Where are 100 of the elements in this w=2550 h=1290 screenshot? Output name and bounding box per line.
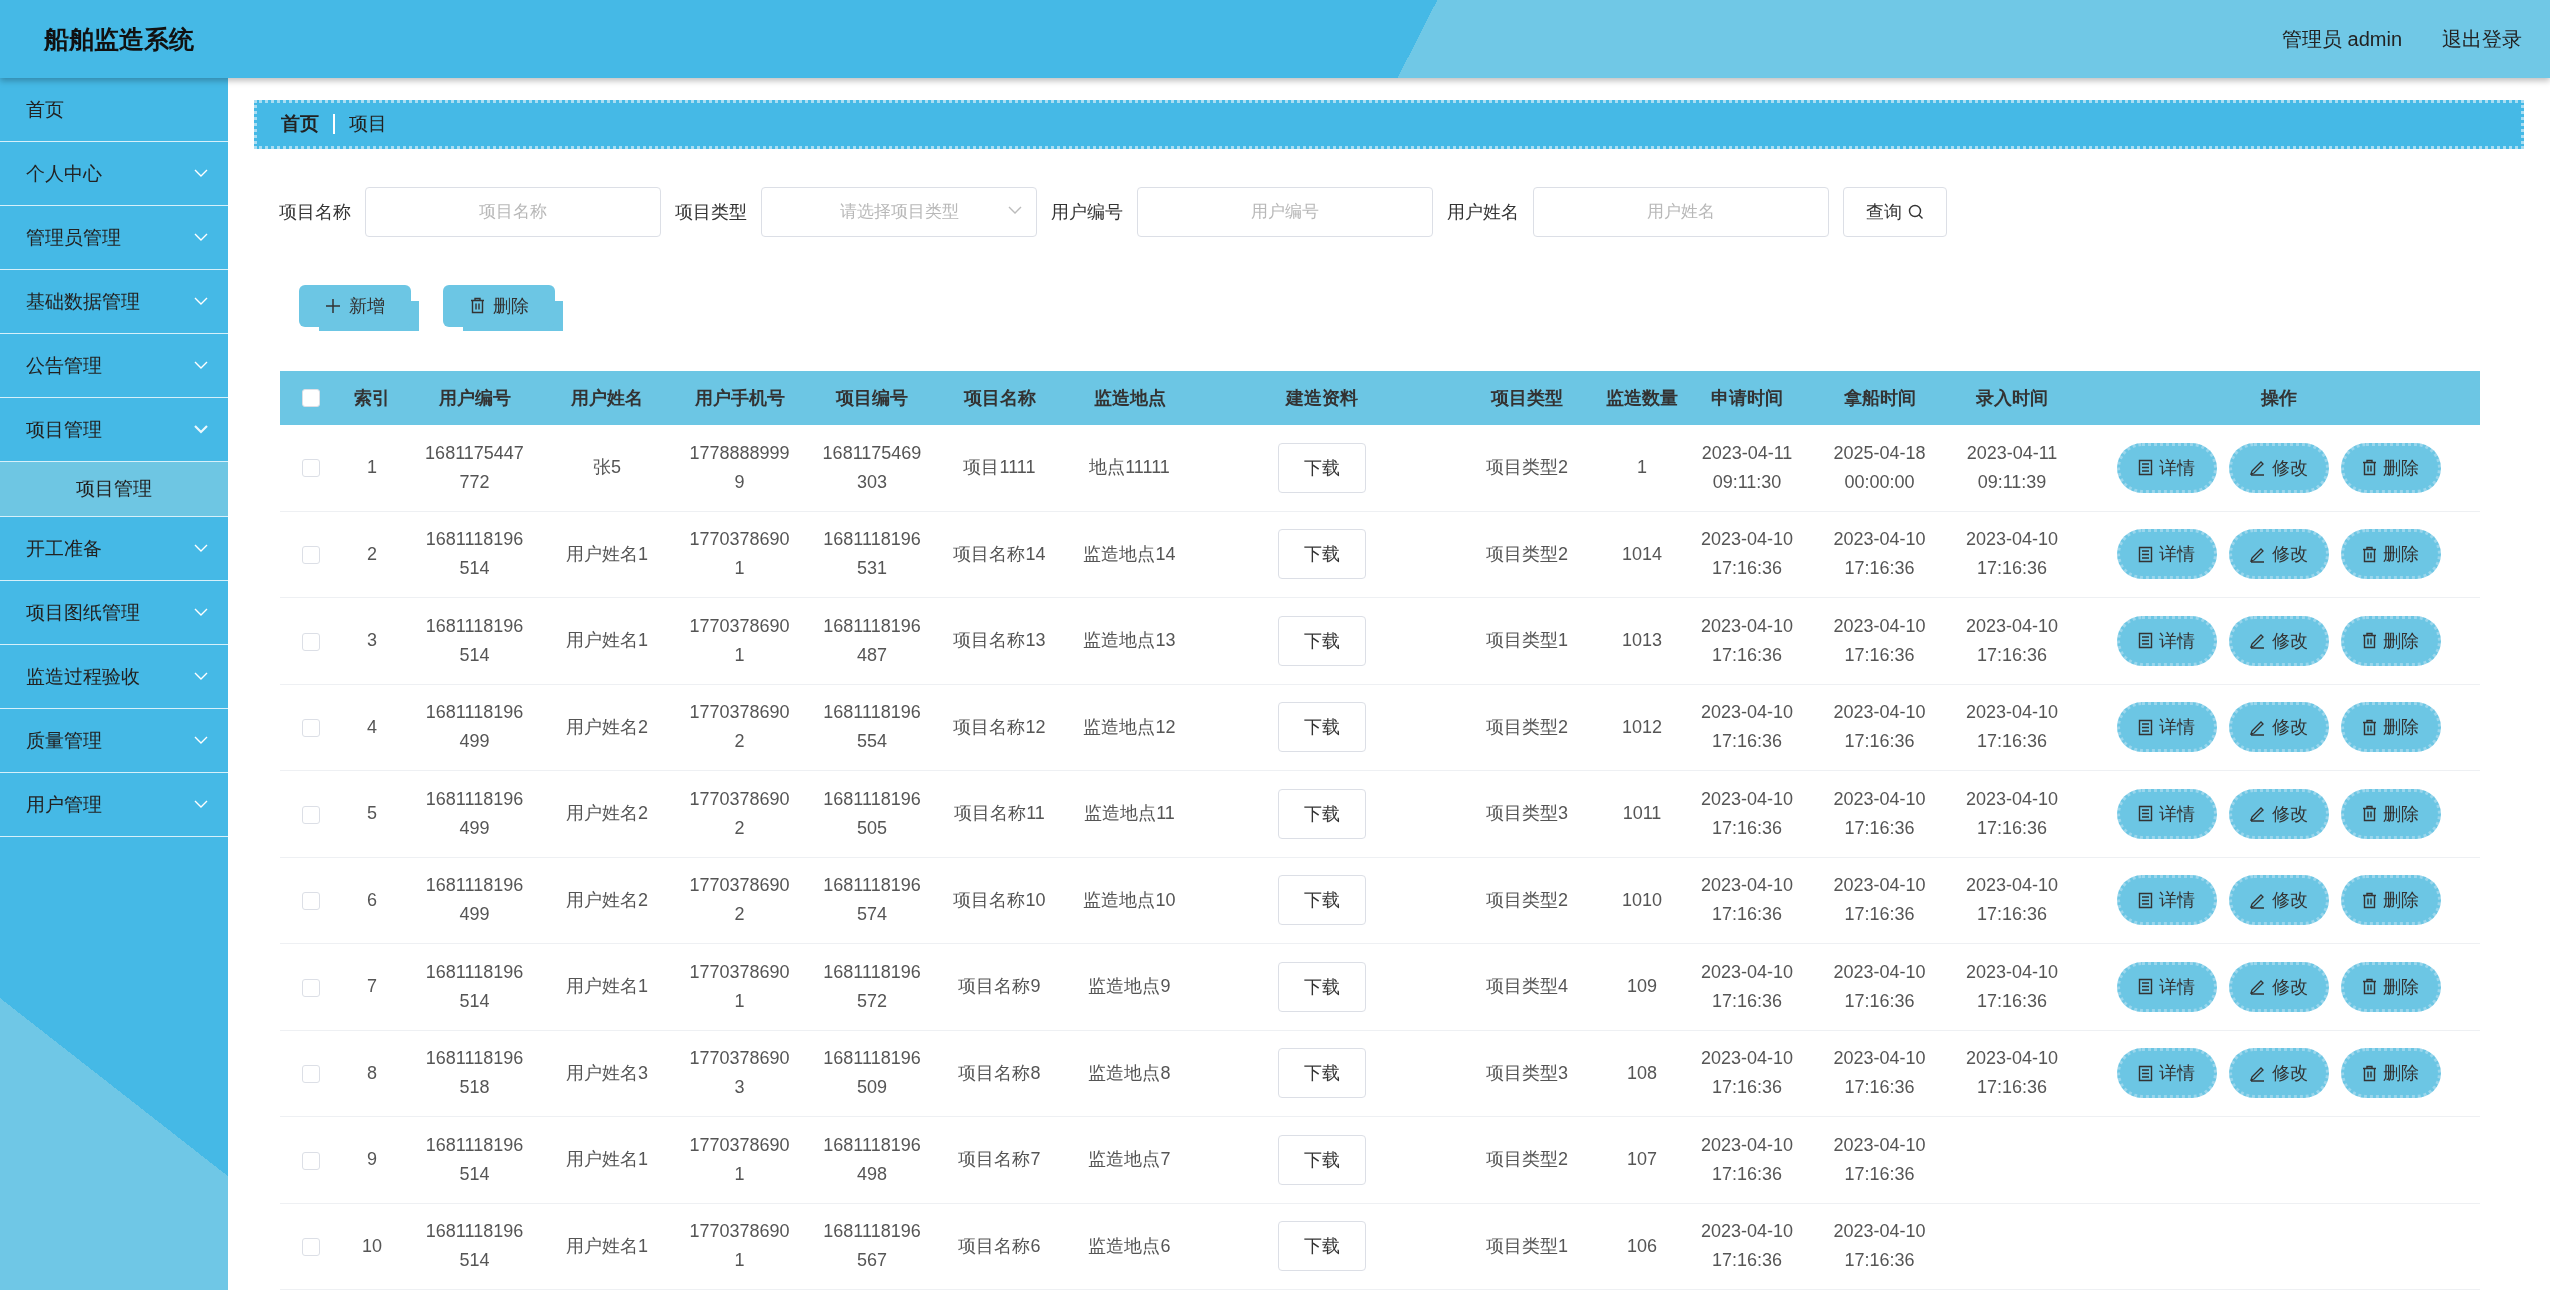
edit-button[interactable]: 修改 [2228, 529, 2329, 580]
input-field[interactable]: 用户编号 [1137, 186, 1433, 237]
breadcrumb-current: 项目 [349, 112, 387, 137]
edit-button[interactable]: 修改 [2228, 702, 2329, 753]
table-cell-text: 2023-04-10 17:16:36 [1699, 1133, 1795, 1186]
detail-button[interactable]: 详情 [2116, 788, 2217, 839]
table-cell-text: 2023-04-10 17:16:36 [1832, 614, 1927, 667]
delete-button[interactable]: 删除 [2340, 529, 2441, 580]
table-cell-text: 2023-04-10 17:16:36 [1964, 787, 2060, 840]
table-header-cell: 拿船时间 [1812, 370, 1947, 425]
download-button[interactable]: 下载 [1278, 702, 1366, 753]
table-cell-text: 1681175447772 [424, 441, 525, 494]
checkbox[interactable] [302, 546, 320, 564]
download-button[interactable]: 下载 [1278, 1048, 1366, 1099]
download-button[interactable]: 下载 [1278, 442, 1366, 493]
sidebar-item[interactable]: 基础数据管理 [0, 270, 228, 334]
detail-button[interactable]: 详情 [2116, 961, 2217, 1012]
search-button[interactable]: 查询 [1843, 186, 1947, 237]
table-header-cell: 项目名称 [932, 370, 1067, 425]
checkbox[interactable] [302, 459, 320, 478]
sidebar-item[interactable]: 个人中心 [0, 142, 228, 206]
table-header-cell: 用户编号 [402, 370, 547, 425]
table-cell-text: 17703786902 [689, 701, 790, 754]
table-cell-text: 2023-04-10 17:16:36 [1832, 1220, 1927, 1273]
table-cell-text: 2025-04-18 00:00:00 [1832, 441, 1927, 494]
table-cell-text: 2023-04-10 17:16:36 [1699, 528, 1795, 581]
table-cell-text: 2023-04-10 17:16:36 [1699, 1220, 1795, 1273]
table-cell-text: 1681118196567 [822, 1220, 922, 1273]
sidebar-item[interactable]: 监造过程验收 [0, 645, 228, 709]
sidebar-item[interactable]: 质量管理 [0, 709, 228, 773]
detail-button[interactable]: 详情 [2116, 615, 2217, 666]
delete-button[interactable]: 删除 [2340, 1048, 2441, 1099]
table-cell-text: 监造地点9 [1088, 975, 1171, 999]
trash-icon [2362, 459, 2377, 476]
sidebar-item[interactable]: 用户管理 [0, 773, 228, 837]
checkbox[interactable] [302, 892, 320, 910]
table-cell-text: 10 [362, 1234, 382, 1258]
logout-link[interactable]: 退出登录 [2442, 25, 2522, 53]
document-icon [2138, 891, 2153, 909]
table-cell-text: 用户姓名2 [566, 888, 648, 912]
edit-button[interactable]: 修改 [2228, 1048, 2329, 1099]
download-button[interactable]: 下载 [1278, 529, 1366, 580]
checkbox[interactable] [302, 389, 320, 408]
delete-button[interactable]: 删除 [2340, 615, 2441, 666]
pencil-icon [2249, 978, 2266, 996]
detail-button[interactable]: 详情 [2116, 875, 2217, 926]
field-label: 项目类型 [675, 200, 747, 224]
delete-button[interactable]: 删除 [2340, 702, 2441, 753]
checkbox[interactable] [302, 978, 320, 997]
table-cell-text: 1013 [1621, 629, 1662, 653]
checkbox[interactable] [302, 719, 320, 737]
download-button[interactable]: 下载 [1278, 788, 1366, 839]
document-icon [2138, 805, 2153, 823]
table-cell-text: 1681118196514 [424, 1133, 525, 1186]
table-cell-text: 项目类型2 [1486, 1148, 1568, 1172]
checkbox[interactable] [302, 1151, 320, 1170]
download-button[interactable]: 下载 [1278, 615, 1366, 666]
table-cell-text: 监造地点10 [1083, 888, 1176, 912]
input-field[interactable]: 项目名称 [365, 186, 661, 237]
table-cell-text: 项目类型3 [1486, 802, 1568, 826]
detail-button[interactable]: 详情 [2116, 1048, 2217, 1099]
download-button[interactable]: 下载 [1278, 1134, 1366, 1185]
download-button[interactable]: 下载 [1278, 961, 1366, 1012]
sidebar-subitem[interactable]: 项目管理 [0, 462, 228, 517]
sidebar-item[interactable]: 项目图纸管理 [0, 581, 228, 645]
checkbox[interactable] [302, 805, 320, 824]
trash-icon [2362, 978, 2377, 996]
sidebar-item[interactable]: 开工准备 [0, 517, 228, 581]
sidebar-item[interactable]: 公告管理 [0, 334, 228, 398]
search-icon [1908, 203, 1924, 220]
breadcrumb-link[interactable]: 首页 [281, 111, 319, 138]
delete-button[interactable]: 删除 [2340, 788, 2441, 839]
checkbox[interactable] [302, 1238, 320, 1256]
detail-button[interactable]: 详情 [2116, 442, 2217, 493]
sidebar-item[interactable]: 管理员管理 [0, 206, 228, 270]
table-cell-text: 用户姓名2 [566, 715, 648, 739]
table-cell-text: 项目名称13 [953, 629, 1046, 653]
delete-button[interactable]: 删除 [2340, 875, 2441, 926]
delete-button[interactable]: 删除 [2340, 961, 2441, 1012]
table-cell-text: 2023-04-10 17:16:36 [1699, 874, 1795, 927]
detail-button[interactable]: 详情 [2116, 529, 2217, 580]
sidebar-item[interactable]: 首页 [0, 78, 228, 142]
input-field[interactable]: 用户姓名 [1533, 186, 1829, 237]
table-cell-text: 1681118196487 [822, 614, 922, 667]
download-button[interactable]: 下载 [1278, 875, 1366, 926]
checkbox[interactable] [302, 632, 320, 651]
delete-button[interactable]: 删除 [2340, 442, 2441, 493]
edit-button[interactable]: 修改 [2228, 788, 2329, 839]
edit-button[interactable]: 修改 [2228, 615, 2329, 666]
edit-button[interactable]: 修改 [2228, 875, 2329, 926]
table-cell-text: 用户姓名3 [566, 1061, 648, 1085]
table-cell-text: 监造地点8 [1088, 1061, 1171, 1085]
edit-button[interactable]: 修改 [2228, 442, 2329, 493]
table-cell-text: 2023-04-10 17:16:36 [1699, 701, 1795, 754]
download-button[interactable]: 下载 [1278, 1221, 1366, 1272]
checkbox[interactable] [302, 1065, 320, 1083]
detail-button[interactable]: 详情 [2116, 702, 2217, 753]
edit-button[interactable]: 修改 [2228, 961, 2329, 1012]
table-cell-text: 2023-04-10 17:16:36 [1832, 1133, 1927, 1186]
table-header-cell: 项目编号 [812, 370, 932, 425]
